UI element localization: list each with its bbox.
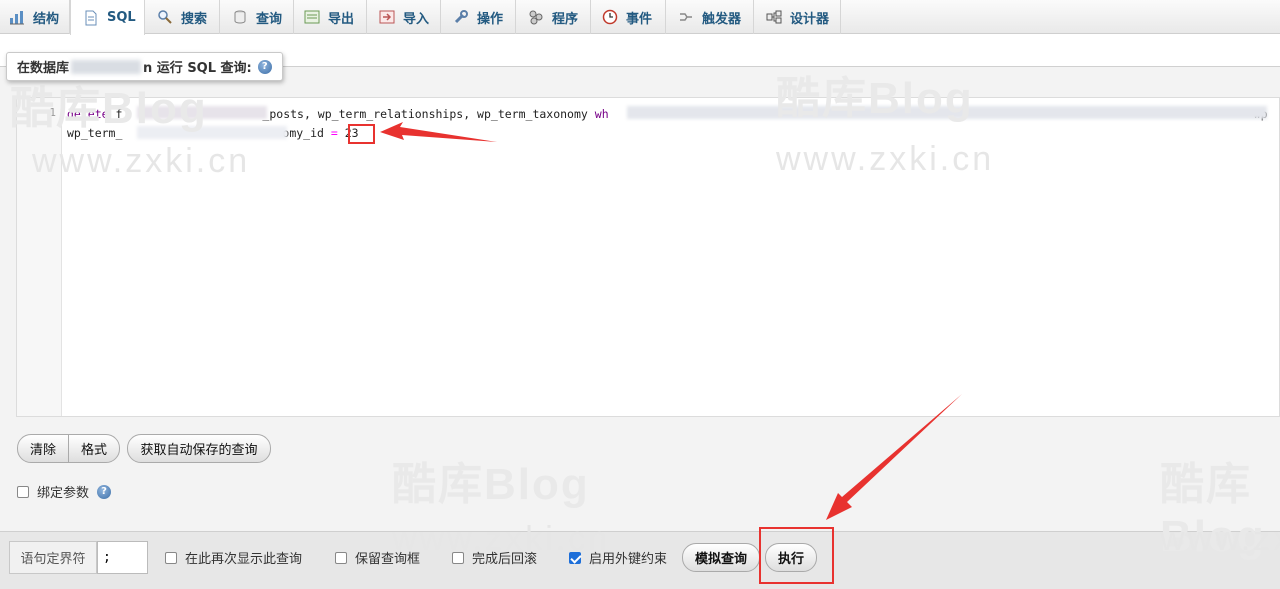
simulate-query-button[interactable]: 模拟查询 (682, 543, 760, 572)
delimiter-input[interactable] (97, 541, 148, 574)
help-icon[interactable]: ? (97, 484, 112, 499)
tab-label: 查询 (256, 11, 283, 27)
tab-label: 导出 (328, 11, 355, 27)
show-again-checkbox[interactable] (165, 551, 177, 564)
query-title-prefix: 在数据库 (17, 61, 70, 76)
rollback-checkbox[interactable] (452, 551, 464, 564)
rollback-label: 完成后回滚 (472, 552, 538, 567)
bind-params-label: 绑定参数 (37, 486, 90, 501)
show-again-row[interactable]: 在此再次显示此查询 (165, 548, 302, 567)
retain-box-checkbox[interactable] (335, 551, 347, 564)
line-number-gutter: 1 (17, 98, 62, 416)
retain-box-row[interactable]: 保留查询框 (335, 548, 420, 567)
delimiter-label: 语句定界符 (9, 541, 97, 574)
tab-label: 触发器 (702, 11, 742, 27)
annotation-highlight-execute (759, 527, 834, 584)
export-icon (304, 9, 320, 25)
tab-label: 导入 (403, 11, 430, 27)
wrench-icon (453, 9, 469, 25)
query-title: 在数据库 n 运行 SQL 查询: ? (6, 52, 283, 81)
import-icon (379, 9, 395, 25)
tab-bar: 结构 SQL 搜索 查询 导出 导入 操作 程序 事件 触发器 设计器 (0, 0, 1280, 35)
tab-import[interactable]: 导入 (367, 0, 441, 34)
fk-checks-row[interactable]: 启用外键约束 (569, 548, 667, 567)
fk-checks-checkbox[interactable] (569, 551, 581, 564)
code-fragment: f (115, 107, 123, 121)
tab-label: 搜索 (181, 11, 208, 27)
code-fragment: _posts, wp_term_relationships, wp_term_t… (262, 107, 588, 121)
tab-label: 操作 (477, 11, 504, 27)
redaction-blur (137, 126, 287, 139)
query-title-suffix: n 运行 SQL 查询: (143, 61, 252, 76)
query-icon (232, 9, 248, 25)
redaction-blur (137, 106, 267, 119)
trigger-icon (678, 9, 694, 25)
tab-designer[interactable]: 设计器 (754, 0, 841, 34)
structure-icon (9, 9, 25, 25)
tab-search[interactable]: 搜索 (145, 0, 220, 34)
tab-label: 程序 (552, 11, 579, 27)
code-fragment: wp_term_ (67, 126, 123, 140)
tab-routines[interactable]: 程序 (516, 0, 591, 34)
bottom-toolbar: 语句定界符 在此再次显示此查询 保留查询框 完成后回滚 启用外键约束 模拟查询 … (0, 531, 1280, 589)
show-again-label: 在此再次显示此查询 (185, 552, 303, 567)
code-fragment: omy_id (282, 126, 324, 140)
tab-triggers[interactable]: 触发器 (666, 0, 754, 34)
tab-label: 结构 (33, 11, 60, 27)
fk-checks-label: 启用外键约束 (589, 552, 668, 567)
bind-params-checkbox[interactable] (17, 485, 29, 498)
tab-events[interactable]: 事件 (591, 0, 666, 34)
sql-icon (83, 10, 99, 26)
search-icon (157, 9, 173, 25)
annotation-highlight-value (348, 124, 375, 144)
sql-editor[interactable]: 1 delete f _posts, wp_term_relationships,… (16, 97, 1280, 417)
tab-query[interactable]: 查询 (220, 0, 294, 34)
line-number: 1 (49, 106, 56, 119)
tab-operations[interactable]: 操作 (441, 0, 516, 34)
get-autosaved-query-button[interactable]: 获取自动保存的查询 (127, 434, 271, 463)
tab-label: 设计器 (790, 11, 830, 27)
clock-icon (602, 9, 618, 25)
format-button[interactable]: 格式 (68, 435, 119, 462)
tab-label: 事件 (626, 11, 653, 27)
bind-params-row[interactable]: 绑定参数 ? (17, 482, 112, 501)
clear-button[interactable]: 清除 (18, 435, 68, 462)
help-icon[interactable]: ? (257, 59, 272, 74)
rollback-row[interactable]: 完成后回滚 (452, 548, 537, 567)
redaction-blur (627, 106, 1267, 119)
redacted-database-name (71, 59, 142, 74)
tab-export[interactable]: 导出 (294, 0, 367, 34)
tab-structure[interactable]: 结构 (0, 0, 70, 34)
retain-box-label: 保留查询框 (355, 552, 421, 567)
operator-equals: = (330, 126, 338, 140)
tab-label: SQL (107, 10, 136, 25)
keyword-delete: delete (67, 107, 109, 121)
editor-button-group: 清除 格式 (17, 434, 121, 463)
keyword-where: wh (594, 107, 609, 121)
routines-icon (528, 9, 544, 25)
designer-icon (766, 9, 782, 25)
tab-sql[interactable]: SQL (70, 0, 145, 35)
